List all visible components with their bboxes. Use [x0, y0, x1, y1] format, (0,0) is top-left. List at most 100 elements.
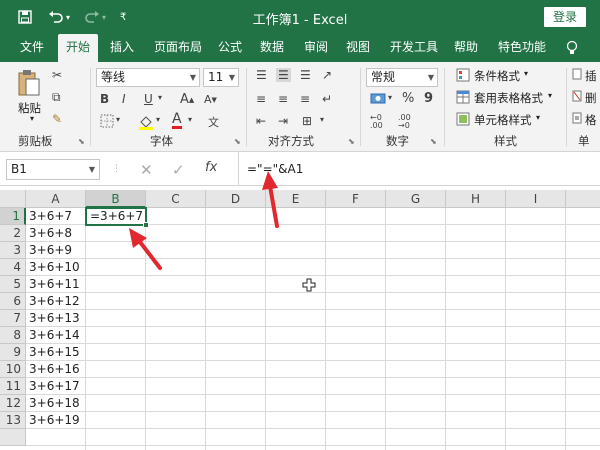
comma-button[interactable]: 9: [424, 91, 433, 106]
column-header-b[interactable]: B: [86, 190, 146, 208]
row-header-5[interactable]: 5: [0, 276, 26, 293]
tab-page-layout[interactable]: 页面布局: [152, 34, 204, 62]
table-format-button[interactable]: 套用表格格式: [474, 90, 543, 106]
font-size-select[interactable]: 11 ▼: [203, 68, 239, 87]
column-header-next[interactable]: [566, 190, 600, 208]
row-header-3[interactable]: 3: [0, 242, 26, 259]
cell-a2[interactable]: 3+6+8: [27, 225, 72, 242]
row-header-12[interactable]: 12: [0, 395, 26, 412]
chevron-down-icon[interactable]: ▾: [548, 91, 552, 100]
column-header-c[interactable]: C: [146, 190, 206, 208]
cell-a8[interactable]: 3+6+14: [27, 327, 80, 344]
formula-input[interactable]: ="="&A1: [238, 152, 600, 186]
cell-a6[interactable]: 3+6+12: [27, 293, 80, 310]
orientation-icon[interactable]: ↗: [322, 68, 332, 82]
row-header-8[interactable]: 8: [0, 327, 26, 344]
row-header-11[interactable]: 11: [0, 378, 26, 395]
active-cell-b1[interactable]: =3+6+7: [85, 207, 149, 228]
delete-cells-button[interactable]: 删: [585, 90, 597, 106]
row-header-7[interactable]: 7: [0, 310, 26, 327]
column-header-f[interactable]: F: [326, 190, 386, 208]
merge-dropdown-icon[interactable]: ▾: [320, 115, 324, 124]
cell-a3[interactable]: 3+6+9: [27, 242, 72, 259]
lightbulb-icon[interactable]: [566, 40, 578, 59]
fill-color-dropdown-icon[interactable]: ▾: [156, 115, 160, 124]
clipboard-launcher-icon[interactable]: ⬊: [78, 137, 85, 146]
row-header-6[interactable]: 6: [0, 293, 26, 310]
copy-icon[interactable]: ⧉: [52, 90, 61, 105]
increase-indent-icon[interactable]: ⇥: [278, 114, 288, 128]
row-header-9[interactable]: 9: [0, 344, 26, 361]
tab-developer[interactable]: 开发工具: [388, 34, 440, 62]
insert-cells-button[interactable]: 插: [585, 68, 597, 84]
column-header-e[interactable]: E: [266, 190, 326, 208]
align-bottom-icon[interactable]: ☰: [300, 68, 311, 82]
cell-style-button[interactable]: 单元格样式: [474, 112, 532, 128]
cell-a10[interactable]: 3+6+16: [27, 361, 80, 378]
tab-home[interactable]: 开始: [58, 34, 99, 62]
currency-dropdown-icon[interactable]: ▾: [388, 93, 392, 102]
wrap-text-icon[interactable]: ↵: [322, 92, 332, 106]
phonetic-icon[interactable]: 文: [208, 114, 219, 130]
align-middle-icon[interactable]: ☰: [276, 68, 291, 82]
row-header-2[interactable]: 2: [0, 225, 26, 242]
cell-a7[interactable]: 3+6+13: [27, 310, 80, 327]
number-launcher-icon[interactable]: ⬊: [430, 137, 437, 146]
grow-font-icon[interactable]: A ▲: [180, 92, 194, 107]
insert-function-button[interactable]: fx: [205, 160, 217, 175]
tab-review[interactable]: 审阅: [302, 34, 330, 62]
currency-icon[interactable]: [370, 92, 386, 106]
percent-button[interactable]: %: [402, 91, 414, 106]
font-name-select[interactable]: 等线 ▼: [96, 68, 200, 87]
decrease-indent-icon[interactable]: ⇤: [256, 114, 266, 128]
cancel-formula-button[interactable]: ✕: [140, 161, 153, 179]
cut-icon[interactable]: ✂: [52, 68, 62, 82]
tab-special-features[interactable]: 特色功能: [496, 34, 548, 62]
login-button[interactable]: 登录: [544, 7, 586, 27]
increase-decimal-icon[interactable]: ←0.00: [370, 114, 383, 130]
tab-insert[interactable]: 插入: [108, 34, 136, 62]
cell-a1[interactable]: 3+6+7: [27, 208, 72, 225]
alignment-launcher-icon[interactable]: ⬊: [348, 137, 355, 146]
cell-a4[interactable]: 3+6+10: [27, 259, 80, 276]
row-header-4[interactable]: 4: [0, 259, 26, 276]
fill-color-icon[interactable]: [138, 114, 154, 130]
paste-icon[interactable]: [16, 68, 42, 98]
cell-a5[interactable]: 3+6+11: [27, 276, 80, 293]
cell-a9[interactable]: 3+6+15: [27, 344, 80, 361]
italic-button[interactable]: I: [122, 92, 126, 106]
align-top-icon[interactable]: ☰: [256, 68, 267, 82]
font-launcher-icon[interactable]: ⬊: [234, 137, 241, 146]
column-header-g[interactable]: G: [386, 190, 446, 208]
format-cells-button[interactable]: 格: [585, 112, 597, 128]
select-all-button[interactable]: [0, 190, 26, 208]
row-header-13[interactable]: 13: [0, 412, 26, 429]
cell-b1[interactable]: =3+6+7: [88, 209, 143, 224]
align-left-icon[interactable]: ≡: [256, 92, 266, 106]
font-color-button[interactable]: A: [172, 112, 182, 129]
tab-data[interactable]: 数据: [258, 34, 286, 62]
shrink-font-icon[interactable]: A ▼: [204, 93, 217, 106]
paste-dropdown-icon[interactable]: ▾: [30, 114, 34, 123]
merge-center-icon[interactable]: ⊞: [302, 114, 312, 128]
cell-a13[interactable]: 3+6+19: [27, 412, 80, 429]
column-header-i[interactable]: I: [506, 190, 566, 208]
tab-help[interactable]: 帮助: [452, 34, 480, 62]
number-format-select[interactable]: 常规 ▼: [366, 68, 438, 87]
column-header-h[interactable]: H: [446, 190, 506, 208]
name-box[interactable]: B1 ▼: [6, 159, 100, 180]
tab-file[interactable]: 文件: [18, 34, 46, 62]
cell-a12[interactable]: 3+6+18: [27, 395, 80, 412]
cell-area[interactable]: [26, 208, 600, 450]
border-dropdown-icon[interactable]: ▾: [116, 115, 120, 124]
chevron-down-icon[interactable]: ▾: [536, 113, 540, 122]
cell-a11[interactable]: 3+6+17: [27, 378, 80, 395]
tab-view[interactable]: 视图: [344, 34, 372, 62]
bold-button[interactable]: B: [100, 92, 109, 106]
underline-button[interactable]: U: [144, 92, 153, 106]
conditional-format-button[interactable]: 条件格式: [474, 68, 520, 84]
column-header-a[interactable]: A: [26, 190, 86, 208]
font-color-dropdown-icon[interactable]: ▾: [188, 115, 192, 124]
row-header-1[interactable]: 1: [0, 208, 26, 225]
fill-handle[interactable]: [143, 222, 149, 228]
